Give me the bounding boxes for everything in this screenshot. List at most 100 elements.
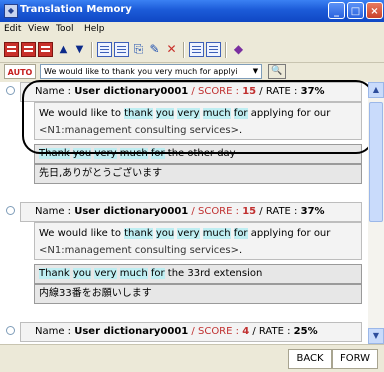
source-text: We would like to thank you very much for…	[34, 102, 362, 140]
menu-edit[interactable]: Edit	[4, 24, 21, 34]
search-bar: AUTO We would like to thank you very muc…	[0, 63, 384, 81]
dictionary-name: User dictionary0001	[74, 326, 189, 337]
results-list: Name : User dictionary0001 / SCORE : 15 …	[0, 82, 368, 344]
src-segment: .	[239, 125, 243, 136]
mt-match: much	[119, 148, 148, 159]
mt-match: you	[72, 148, 92, 159]
menu-tool[interactable]: Tool	[56, 24, 73, 34]
src-segment: We would like to	[39, 108, 125, 119]
list-icon[interactable]	[114, 42, 129, 57]
src-segment: applying for our	[247, 228, 331, 239]
mt-match: very	[94, 268, 117, 279]
mt-match: for	[150, 268, 165, 279]
memory-icon[interactable]	[38, 42, 53, 57]
window-icon[interactable]	[189, 42, 204, 57]
rate-label: / RATE :	[256, 206, 301, 217]
entry-radio[interactable]	[6, 206, 15, 215]
minimize-button[interactable]: _	[328, 2, 345, 19]
header-separator: /	[188, 206, 198, 217]
mt-match: Thank	[39, 268, 70, 279]
mt-segment: the 33rd extension	[164, 268, 263, 279]
score-label: SCORE :	[197, 206, 243, 217]
toolbar-separator	[91, 42, 93, 58]
src-segment: We would like to	[39, 228, 125, 239]
name-label: Name :	[35, 206, 75, 217]
source-text: We would like to thank you very much for…	[34, 222, 362, 260]
dictionary-name: User dictionary0001	[74, 206, 189, 217]
mt-match: for	[150, 148, 165, 159]
status-bar: BACK FORW	[0, 344, 384, 372]
menu-help[interactable]: Help	[84, 24, 105, 34]
src-segment: applying for our	[247, 108, 331, 119]
forward-button[interactable]: FORW	[332, 349, 378, 369]
scroll-up-icon[interactable]: ▲	[368, 82, 384, 98]
header-separator: /	[188, 86, 198, 97]
translation-memory-window: ◆ Translation Memory _ □ × Edit View Too…	[0, 0, 384, 372]
scroll-down-icon[interactable]: ▼	[368, 328, 384, 344]
name-label: Name :	[35, 86, 75, 97]
menu-view[interactable]: View	[28, 24, 49, 34]
search-go-button[interactable]: 🔍	[268, 64, 286, 79]
rate-value: 37%	[300, 206, 325, 217]
app-icon: ◆	[4, 4, 18, 18]
src-match: very	[177, 228, 200, 239]
src-segment: .	[239, 245, 243, 256]
mt-match: you	[72, 268, 92, 279]
toolbar: ▲ ▼ ⎘ ✎ ✕ ◆	[0, 38, 384, 63]
title-bar[interactable]: ◆ Translation Memory _ □ ×	[0, 0, 384, 22]
mt-segment: the other day	[164, 148, 236, 159]
mt-match: much	[119, 268, 148, 279]
entry-header: Name : User dictionary0001 / SCORE : 15 …	[20, 202, 362, 222]
entry-radio[interactable]	[6, 326, 15, 335]
score-label: SCORE :	[197, 86, 243, 97]
src-match: very	[177, 108, 200, 119]
maximize-button[interactable]: □	[347, 2, 364, 19]
arrow-up-icon[interactable]: ▲	[56, 42, 71, 57]
dictionary-icon[interactable]	[21, 42, 36, 57]
diamond-icon[interactable]: ◆	[231, 42, 246, 57]
rate-label: / RATE :	[256, 86, 301, 97]
rate-value: 37%	[300, 86, 325, 97]
edit-icon[interactable]: ✎	[147, 42, 162, 57]
chevron-down-icon[interactable]: ▼	[250, 65, 261, 77]
mt-match: very	[94, 148, 117, 159]
score-value: 15	[242, 86, 257, 97]
header-separator: /	[188, 326, 198, 337]
rate-value: 25%	[293, 326, 318, 337]
window-title: Translation Memory	[20, 4, 132, 15]
vertical-scrollbar[interactable]: ▲ ▼	[368, 82, 384, 344]
close-button[interactable]: ×	[366, 2, 383, 19]
matched-text: Thank you very much for the 33rd extensi…	[34, 264, 362, 284]
arrow-down-icon[interactable]: ▼	[72, 42, 87, 57]
src-match: much	[202, 228, 231, 239]
dictionary-name: User dictionary0001	[74, 86, 189, 97]
toolbar-separator	[225, 42, 227, 58]
scroll-thumb[interactable]	[369, 102, 383, 222]
matched-text: Thank you very much for the other day	[34, 144, 362, 164]
search-combobox[interactable]: We would like to thank you very much for…	[40, 64, 262, 79]
document-icon[interactable]	[97, 42, 112, 57]
src-match: much	[202, 108, 231, 119]
src-match: thank	[124, 108, 153, 119]
grid-icon[interactable]	[206, 42, 221, 57]
score-label: SCORE :	[197, 326, 243, 337]
src-tag: <N1:management consulting services>	[39, 125, 240, 136]
translation-text: 内線33番をお願いします	[34, 284, 362, 304]
toolbar-separator	[183, 42, 185, 58]
back-button[interactable]: BACK	[288, 349, 332, 369]
register-icon[interactable]	[4, 42, 19, 57]
entry-header: Name : User dictionary0001 / SCORE : 15 …	[20, 82, 362, 102]
src-match: for	[233, 108, 248, 119]
entry-radio[interactable]	[6, 86, 15, 95]
menu-bar: Edit View Tool Help	[0, 22, 384, 38]
src-match: for	[233, 228, 248, 239]
paste-icon[interactable]: ⎘	[131, 42, 146, 57]
auto-button[interactable]: AUTO	[4, 64, 36, 79]
delete-icon[interactable]: ✕	[164, 42, 179, 57]
translation-text: 先日,ありがとうございます	[34, 164, 362, 184]
src-tag: <N1:management consulting services>	[39, 245, 240, 256]
entry-header: Name : User dictionary0001 / SCORE : 4 /…	[20, 322, 362, 342]
score-value: 15	[242, 206, 257, 217]
src-match: you	[155, 108, 175, 119]
mt-match: Thank	[39, 148, 70, 159]
